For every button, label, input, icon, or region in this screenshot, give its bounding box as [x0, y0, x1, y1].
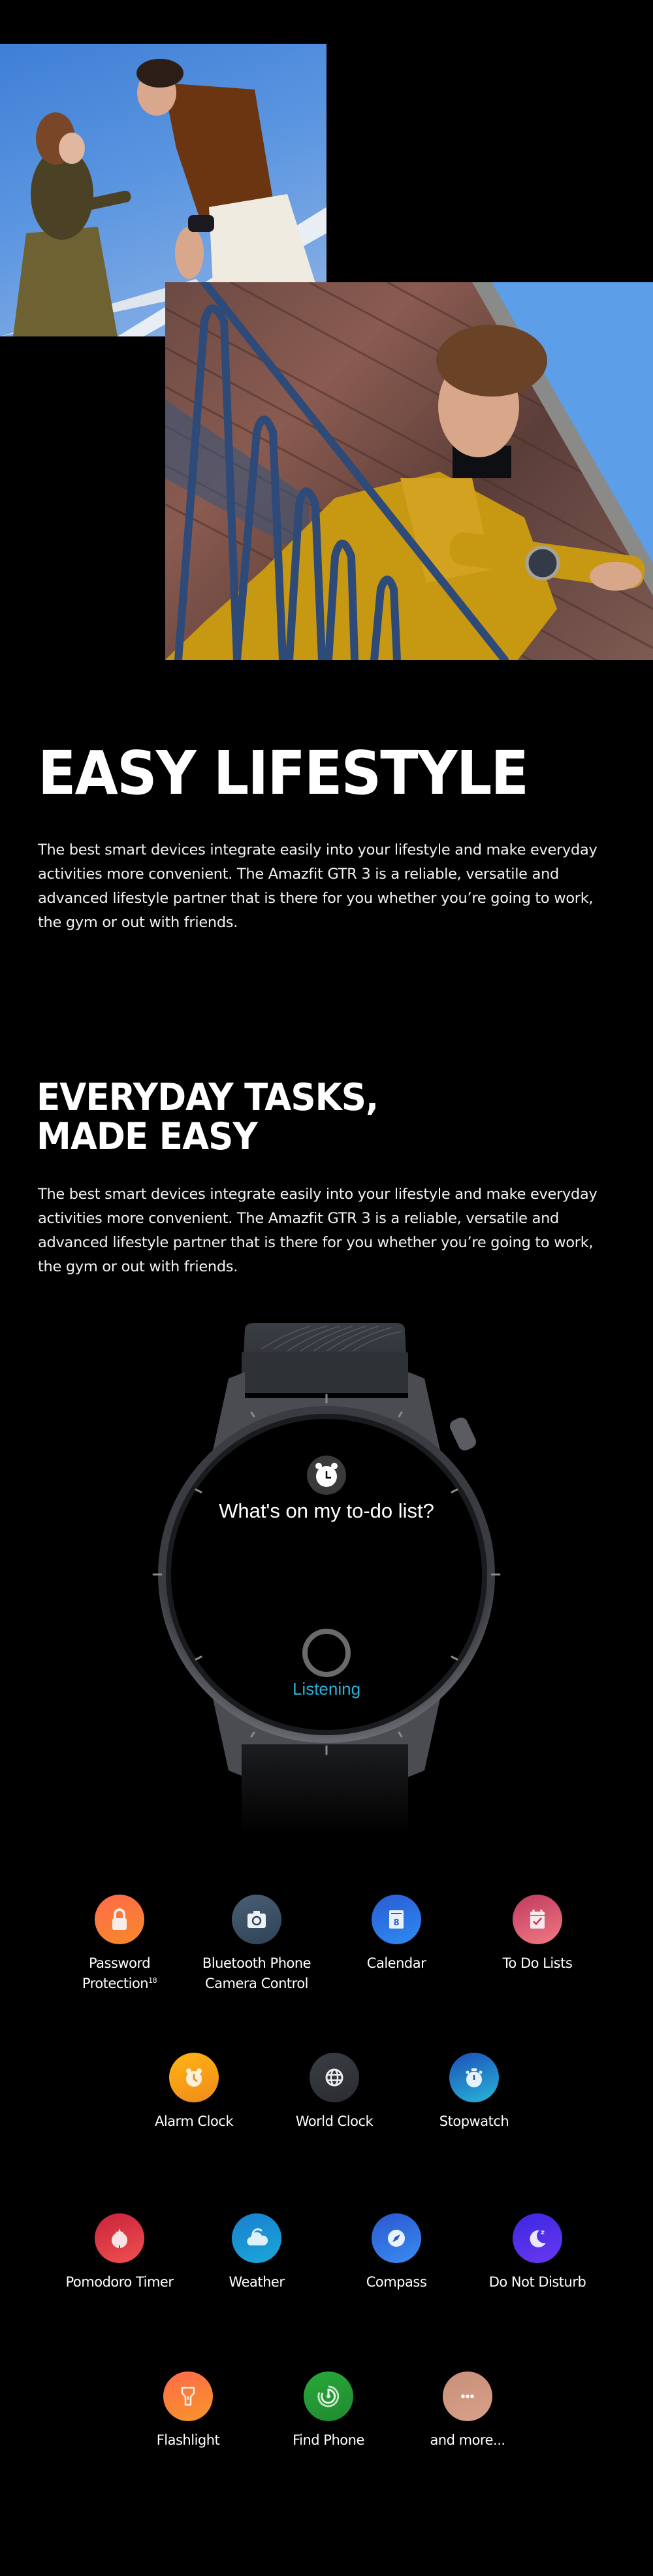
more-icon: [443, 2372, 492, 2421]
feature-label-line: Calendar: [366, 1955, 426, 1971]
photo-illustration: [165, 282, 653, 660]
feature-label-line: World Clock: [295, 2113, 374, 2129]
feature-label-line-2: Camera Control: [205, 1976, 309, 1991]
feature-label-line: Password: [88, 1955, 151, 1971]
feature-label-line: Weather: [229, 2274, 285, 2290]
feature-label: Stopwatch: [409, 2111, 539, 2132]
feature-label-line: Flashlight: [156, 2432, 220, 2448]
feature-label-line: Do Not Disturb: [488, 2274, 586, 2290]
feature-label-line: Find Phone: [293, 2432, 364, 2448]
feature-label: World Clock: [269, 2111, 400, 2132]
feature-find-phone: Find Phone: [263, 2372, 394, 2451]
watch-render: What's on my to-do list? Listening: [150, 1313, 503, 1836]
flashlight-icon: [163, 2372, 213, 2421]
feature-label: Calendar: [331, 1953, 462, 1974]
feature-password: Password Protection18: [54, 1895, 185, 1994]
camera-icon: [232, 1895, 281, 1944]
feature-label: and more...: [402, 2430, 533, 2451]
globe-icon: [310, 2053, 359, 2102]
find-phone-icon: [304, 2372, 353, 2421]
section-body-everyday-tasks: The best smart devices integrate easily …: [38, 1186, 597, 1275]
feature-label: Password Protection18: [54, 1953, 185, 1994]
feature-label: Weather: [191, 2272, 322, 2292]
lock-icon: [95, 1895, 144, 1944]
feature-label-line: Stopwatch: [439, 2113, 509, 2129]
compass-icon: [372, 2213, 421, 2263]
feature-label: To Do Lists: [472, 1953, 603, 1974]
man-on-balcony-photo: [165, 282, 653, 660]
moon-icon: z: [513, 2213, 562, 2263]
feature-label-line: Bluetooth Phone: [202, 1955, 311, 1971]
feature-pomodoro-timer: Pomodoro Timer: [54, 2213, 185, 2292]
watch-question-text: What's on my to-do list?: [219, 1499, 434, 1522]
feature-to-do-lists: To Do Lists: [472, 1895, 603, 1974]
feature-label: Flashlight: [123, 2430, 253, 2451]
feature-compass: Compass: [331, 2213, 462, 2292]
feature-label: Compass: [331, 2272, 462, 2292]
feature-do-not-disturb: z Do Not Disturb: [472, 2213, 603, 2292]
feature-and-more: and more...: [402, 2372, 533, 2451]
watch-illustration: [152, 1323, 501, 1836]
feature-bluetooth-phone: Bluetooth Phone Camera Control: [191, 1895, 322, 1994]
section-title-everyday-tasks: EVERYDAY TASKS, MADE EASY: [37, 1076, 379, 1158]
alarm-clock-icon: [169, 2053, 219, 2102]
watch-status-text: Listening: [292, 1679, 361, 1699]
feature-label-line: Alarm Clock: [154, 2113, 234, 2129]
feature-flashlight: Flashlight: [123, 2372, 253, 2451]
feature-label-line: Compass: [366, 2274, 427, 2290]
cloud-icon: [232, 2213, 281, 2263]
calendar-icon: 8: [372, 1895, 421, 1944]
section-title-easy-lifestyle: EASY LIFESTYLE: [38, 738, 529, 808]
feature-alarm-clock: Alarm Clock: [129, 2053, 259, 2132]
checklist-icon: [513, 1895, 562, 1944]
feature-label-line: and more...: [430, 2432, 505, 2448]
feature-label: Alarm Clock: [129, 2111, 259, 2132]
feature-label-line: Pomodoro Timer: [65, 2274, 174, 2290]
feature-weather: Weather: [191, 2213, 322, 2292]
svg-text:z: z: [541, 2229, 545, 2236]
stopwatch-icon: [449, 2053, 499, 2102]
tomato-icon: [95, 2213, 144, 2263]
feature-label: Find Phone: [263, 2430, 394, 2451]
feature-label-line-2: Protection: [82, 1976, 149, 1991]
feature-label-line: To Do Lists: [502, 1955, 573, 1971]
feature-label: Bluetooth Phone Camera Control: [191, 1953, 322, 1994]
title-line-1: EVERYDAY TASKS,: [37, 1076, 379, 1119]
feature-stopwatch: Stopwatch: [409, 2053, 539, 2132]
svg-text:8: 8: [393, 1918, 399, 1928]
feature-label: Pomodoro Timer: [54, 2272, 185, 2292]
feature-calendar: 8 Calendar: [331, 1895, 462, 1974]
section-body-easy-lifestyle: The best smart devices integrate easily …: [38, 841, 597, 931]
footnote-marker[interactable]: 18: [148, 1976, 157, 1985]
feature-world-clock: World Clock: [269, 2053, 400, 2132]
feature-label: Do Not Disturb: [472, 2272, 603, 2292]
title-line-2: MADE EASY: [37, 1115, 258, 1158]
